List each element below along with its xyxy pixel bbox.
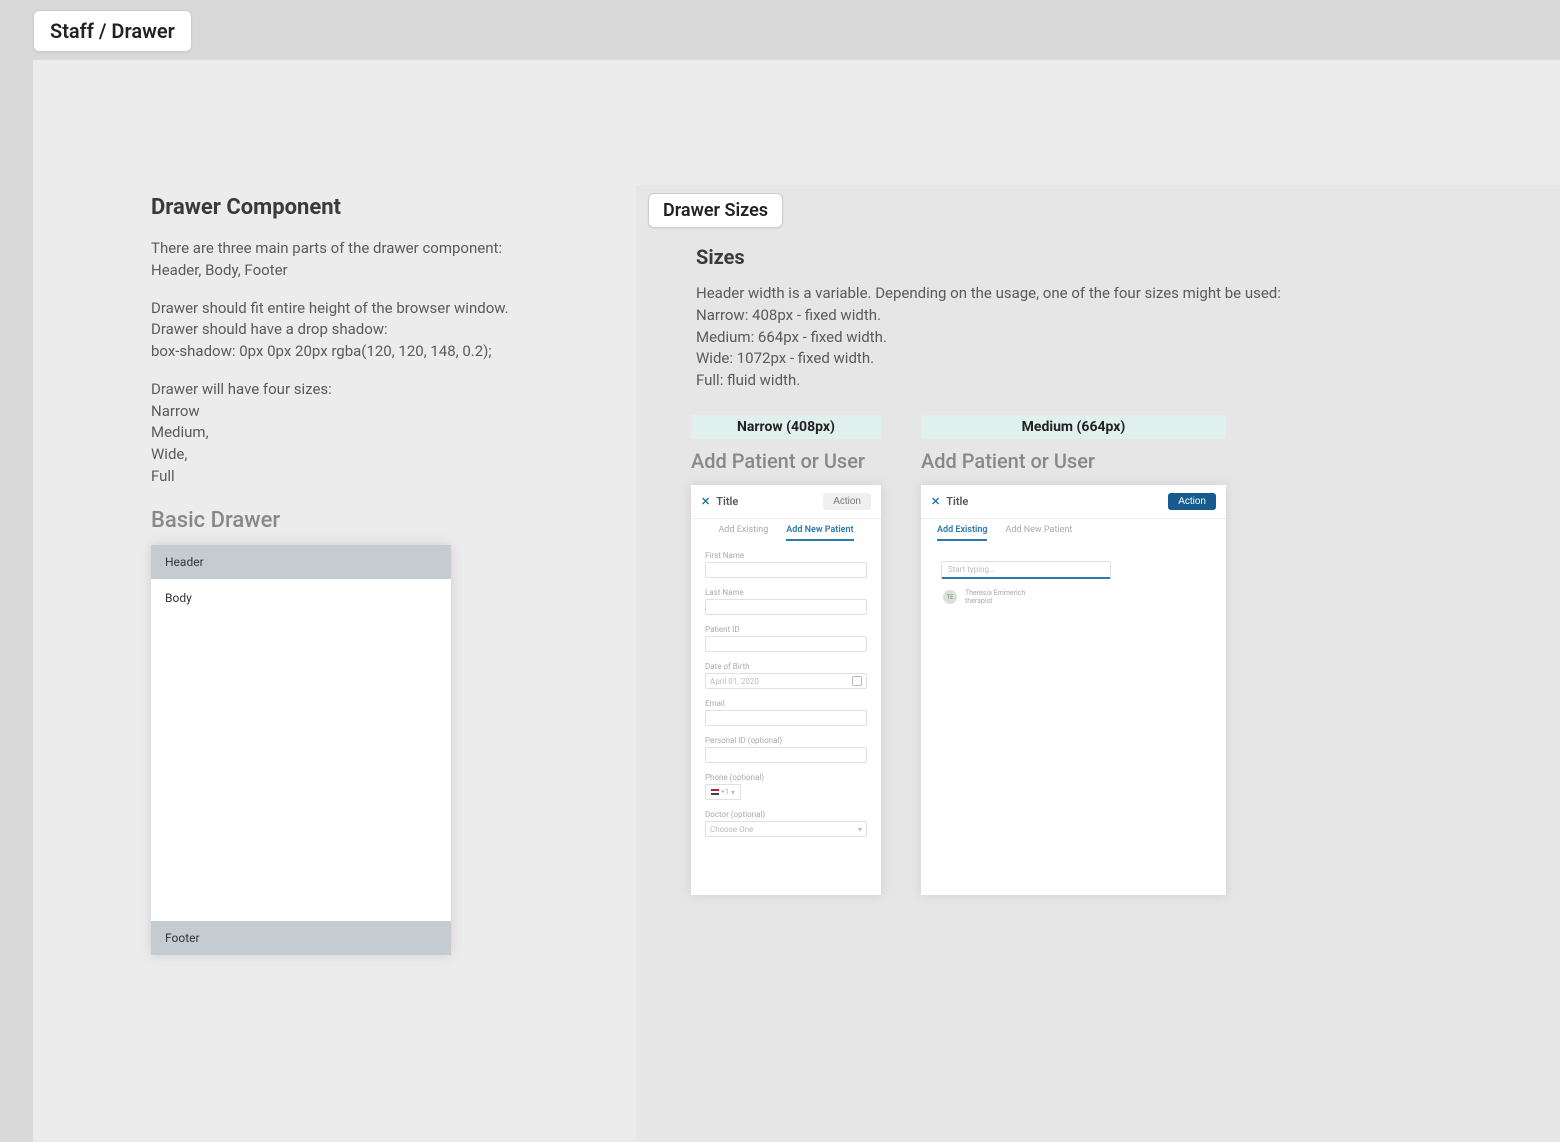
chevron-down-icon: ▾ xyxy=(731,788,735,797)
medium-tabs: Add Existing Add New Patient xyxy=(921,519,1226,545)
tab-add-existing[interactable]: Add Existing xyxy=(937,525,987,541)
narrow-drawer-header: ✕ Title Action xyxy=(691,485,881,519)
first-name-input[interactable] xyxy=(705,562,867,578)
frame-label: Drawer Sizes xyxy=(648,193,783,228)
doctor-label: Doctor (optional) xyxy=(705,810,867,819)
close-icon[interactable]: ✕ xyxy=(931,495,940,508)
dob-input[interactable]: April 01, 2020 xyxy=(705,673,867,689)
email-input[interactable] xyxy=(705,710,867,726)
narrow-drawer-body: First Name Last Name Patient ID Date of … xyxy=(691,545,881,853)
doc-shadow: Drawer should fit entire height of the b… xyxy=(151,298,611,363)
narrow-drawer: ✕ Title Action Add Existing Add New Pati… xyxy=(691,485,881,895)
doctor-select[interactable]: Choose One ▾ xyxy=(705,821,867,837)
tab-add-new-patient[interactable]: Add New Patient xyxy=(786,525,853,541)
medium-drawer: ✕ Title Action Add Existing Add New Pati… xyxy=(921,485,1226,895)
patient-id-label: Patient ID xyxy=(705,625,867,634)
doc-sizes-list: Drawer will have four sizes: Narrow Medi… xyxy=(151,379,611,488)
action-button[interactable]: Action xyxy=(1168,493,1216,510)
medium-drawer-body: Start typing... TE Theresia Emmerich the… xyxy=(921,545,1226,614)
search-input[interactable]: Start typing... xyxy=(941,561,1111,579)
artboard-canvas: Drawer Component There are three main pa… xyxy=(33,60,1560,1142)
avatar: TE xyxy=(943,590,957,604)
medium-drawer-header: ✕ Title Action xyxy=(921,485,1226,519)
patient-id-input[interactable] xyxy=(705,636,867,652)
dob-value: April 01, 2020 xyxy=(710,677,759,686)
flag-icon xyxy=(711,789,719,795)
drawer-title: Title xyxy=(946,495,968,508)
medium-demo-title: Add Patient or User xyxy=(921,449,1226,473)
country-code-value: +1 xyxy=(721,788,729,796)
page-title-tab: Staff / Drawer xyxy=(33,10,192,52)
basic-drawer-header: Header xyxy=(151,545,451,579)
search-placeholder: Start typing... xyxy=(948,565,995,574)
drawer-title: Title xyxy=(716,495,738,508)
last-name-label: Last Name xyxy=(705,588,867,597)
email-label: Email xyxy=(705,699,867,708)
result-text: Theresia Emmerich therapist xyxy=(965,589,1025,606)
result-role: therapist xyxy=(965,597,1025,605)
narrow-demo-title: Add Patient or User xyxy=(691,449,881,473)
medium-column: Medium (664px) Add Patient or User ✕ Tit… xyxy=(921,415,1226,895)
basic-drawer-footer: Footer xyxy=(151,921,451,955)
sizes-description: Header width is a variable. Depending on… xyxy=(696,283,1496,392)
country-code-select[interactable]: +1 ▾ xyxy=(705,784,741,800)
tab-add-existing[interactable]: Add Existing xyxy=(718,525,768,541)
basic-drawer-heading: Basic Drawer xyxy=(151,508,611,533)
personal-id-label: Personal ID (optional) xyxy=(705,736,867,745)
calendar-icon[interactable] xyxy=(852,676,862,686)
sizes-heading: Sizes xyxy=(696,245,1496,269)
close-icon[interactable]: ✕ xyxy=(701,495,710,508)
narrow-tabs: Add Existing Add New Patient xyxy=(691,519,881,545)
last-name-input[interactable] xyxy=(705,599,867,615)
narrow-size-label: Narrow (408px) xyxy=(691,415,881,439)
result-name: Theresia Emmerich xyxy=(965,589,1025,597)
doc-heading: Drawer Component xyxy=(151,195,611,220)
medium-size-label: Medium (664px) xyxy=(921,415,1226,439)
sizes-doc: Sizes Header width is a variable. Depend… xyxy=(696,245,1496,392)
dob-label: Date of Birth xyxy=(705,662,867,671)
action-button[interactable]: Action xyxy=(823,493,871,510)
narrow-column: Narrow (408px) Add Patient or User ✕ Tit… xyxy=(691,415,881,895)
drawer-sizes-frame: Drawer Sizes Sizes Header width is a var… xyxy=(636,185,1560,1142)
basic-drawer-example: Header Body Footer xyxy=(151,545,451,955)
chevron-down-icon: ▾ xyxy=(858,825,862,834)
search-result-row[interactable]: TE Theresia Emmerich therapist xyxy=(935,587,1212,608)
doc-parts: There are three main parts of the drawer… xyxy=(151,238,611,282)
personal-id-input[interactable] xyxy=(705,747,867,763)
first-name-label: First Name xyxy=(705,551,867,560)
tab-add-new-patient[interactable]: Add New Patient xyxy=(1005,525,1072,541)
phone-label: Phone (optional) xyxy=(705,773,867,782)
basic-drawer-body: Body xyxy=(151,579,451,921)
drawer-component-doc: Drawer Component There are three main pa… xyxy=(151,195,611,955)
doctor-placeholder: Choose One xyxy=(710,825,753,834)
